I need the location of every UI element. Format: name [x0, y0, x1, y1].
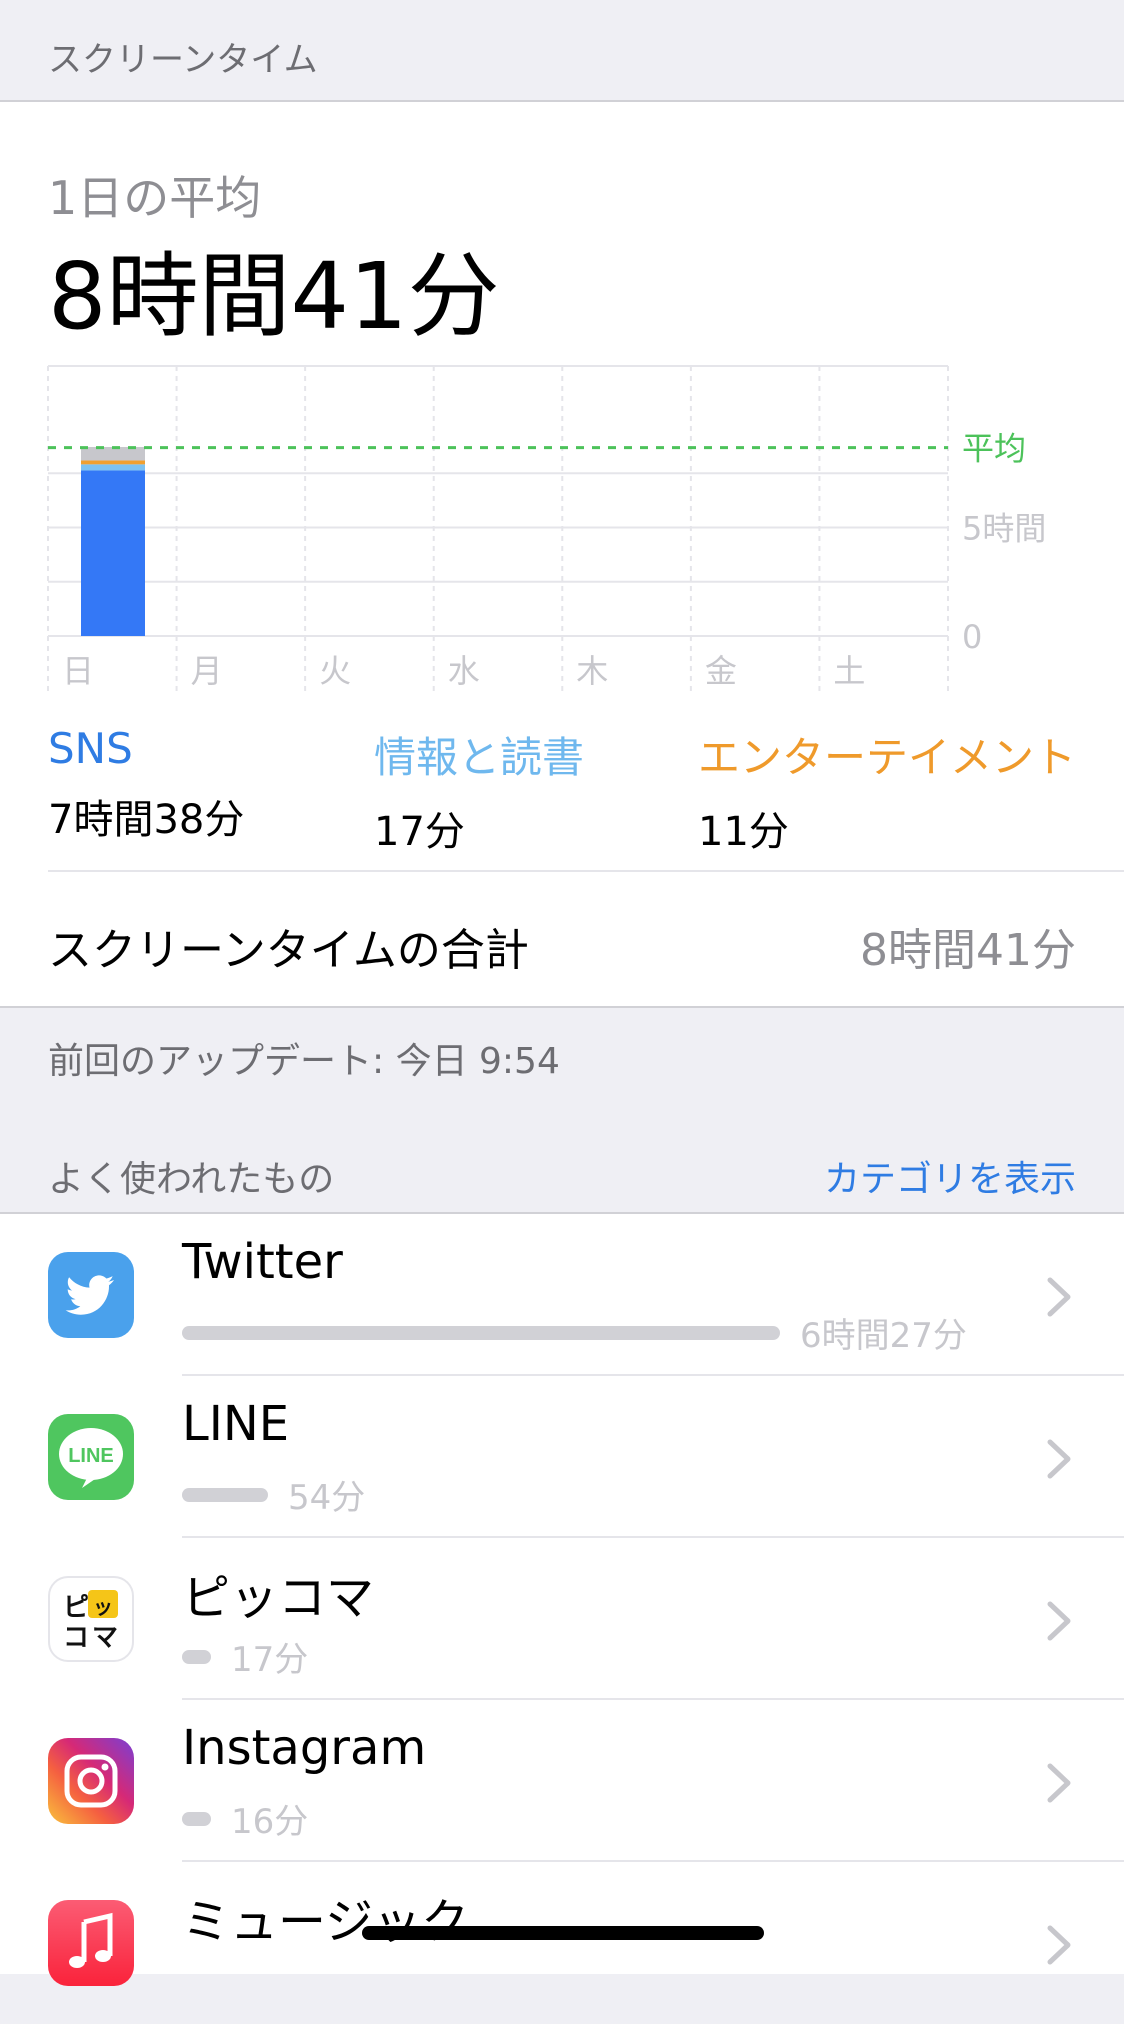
music-icon	[48, 1900, 134, 1986]
category-entertainment: エンターテイメント 11分	[698, 724, 1076, 857]
chart-x-tick-label: 金	[705, 652, 737, 690]
list-item[interactable]: ピ ッ コ マ ピッコマ 17分	[0, 1538, 1124, 1700]
usage-time: 54分	[288, 1478, 366, 1518]
chart-x-tick-label: 火	[319, 652, 351, 690]
list-item[interactable]: ミュージック	[0, 1862, 1124, 2024]
category-time: 17分	[374, 809, 465, 855]
chart-average-label: 平均	[962, 430, 1026, 468]
line-icon-text: LINE	[68, 1445, 114, 1467]
last-updated: 前回のアップデート: 今日 9:54	[48, 1041, 560, 1082]
line-icon: LINE	[48, 1414, 134, 1500]
chart-bar-segment	[81, 464, 145, 471]
chart-bars	[81, 446, 145, 636]
category-reading: 情報と読書 17分	[374, 724, 584, 857]
card-bottom-divider	[0, 1006, 1124, 1008]
list-item[interactable]: LINE LINE 54分	[0, 1376, 1124, 1538]
list-item[interactable]: Instagram 16分	[0, 1700, 1124, 1862]
chevron-right-icon	[1047, 1763, 1071, 1803]
usage-time: 17分	[231, 1640, 309, 1680]
total-value: 8時間41分	[860, 925, 1076, 976]
chart-labels: 0 5時間日 月 火 水 木 金 土	[62, 510, 1046, 691]
category-time: 11分	[698, 809, 789, 855]
summary-card: 1日の平均 8時間41分 平均 0 5時間日 月 火 水 木 金 土 SNS 7時間38分 情…	[0, 102, 1124, 1006]
app-name: Instagram	[182, 1720, 427, 1776]
svg-text:ッ: ッ	[93, 1595, 113, 1619]
chart-grid	[47, 365, 949, 694]
app-name: Twitter	[182, 1234, 343, 1290]
chart-x-tick-label: 日	[62, 652, 94, 690]
usage-chart[interactable]: 平均 0 5時間日 月 火 水 木 金 土	[0, 362, 1124, 712]
svg-text:マ: マ	[92, 1623, 118, 1653]
chart-bar-segment	[81, 470, 145, 636]
total-label: スクリーンタイムの合計	[48, 925, 529, 976]
usage-bar	[182, 1650, 211, 1664]
app-name: ピッコマ	[182, 1570, 375, 1626]
card-divider	[48, 870, 1124, 872]
category-name: 情報と読書	[374, 733, 585, 782]
usage-time: 6時間27分	[800, 1316, 967, 1356]
chevron-right-icon	[1047, 1277, 1071, 1317]
home-indicator[interactable]	[362, 1926, 764, 1940]
chart-x-tick-label: 土	[833, 652, 865, 690]
svg-text:ピ: ピ	[63, 1593, 89, 1623]
chart-x-tick-label: 木	[576, 652, 608, 690]
svg-text:コ: コ	[63, 1623, 89, 1653]
chart-bar-segment	[81, 460, 145, 465]
usage-bar	[182, 1326, 780, 1340]
chart-y-tick-label: 5時間	[962, 510, 1046, 548]
chart-average: 平均	[48, 430, 1026, 468]
chart-x-tick-label: 水	[448, 652, 480, 690]
chevron-right-icon	[1047, 1601, 1071, 1641]
usage-bar	[182, 1488, 268, 1502]
instagram-icon	[48, 1738, 134, 1824]
category-name: SNS	[48, 724, 133, 773]
list-item[interactable]: Twitter 6時間27分	[0, 1214, 1124, 1376]
category-time: 7時間38分	[48, 797, 245, 843]
daily-average-value: 8時間41分	[48, 243, 500, 350]
page-title: スクリーンタイム	[48, 40, 318, 80]
chevron-right-icon	[1047, 1439, 1071, 1479]
twitter-icon	[48, 1252, 134, 1338]
most-used-title: よく使われたもの	[48, 1159, 335, 1200]
app-name: ミュージック	[182, 1894, 470, 1950]
category-sns: SNS 7時間38分	[48, 724, 244, 845]
usage-time: 16分	[231, 1802, 309, 1842]
chart-x-tick-label: 月	[191, 652, 223, 690]
piccoma-icon: ピ ッ コ マ	[48, 1576, 134, 1662]
app-list: Twitter 6時間27分 LINE LINE 54分 ピ ッ コ マ ピッコ…	[0, 1214, 1124, 1986]
show-categories-link[interactable]: カテゴリを表示	[824, 1150, 1076, 1202]
usage-bar	[182, 1812, 211, 1826]
chart-y-tick-label: 0	[962, 618, 982, 656]
app-name: LINE	[182, 1396, 290, 1452]
daily-average-label: 1日の平均	[48, 171, 262, 225]
category-name: エンターテイメント	[698, 733, 1077, 782]
